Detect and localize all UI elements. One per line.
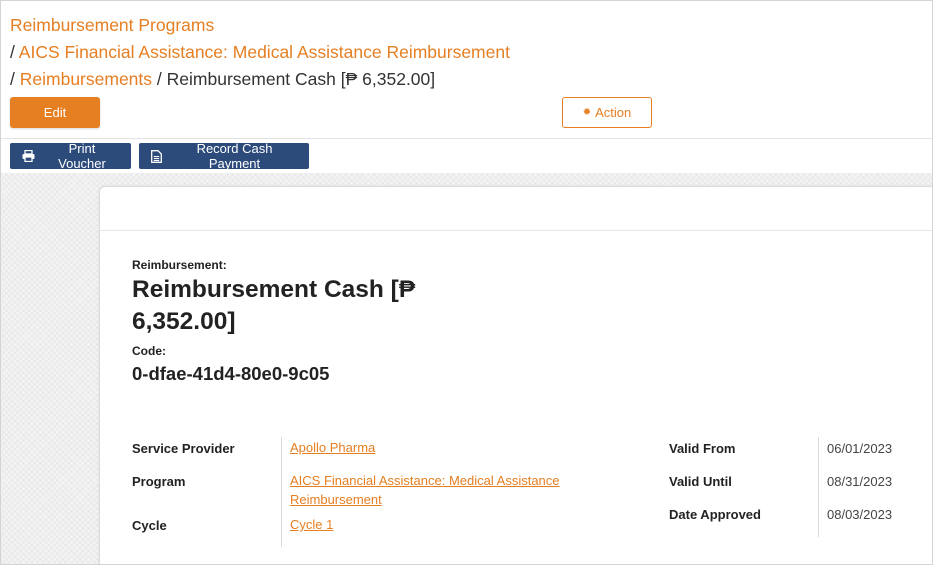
breadcrumb-current: Reimbursement Cash [₱ 6,352.00] bbox=[166, 69, 436, 89]
service-provider-label: Service Provider bbox=[132, 441, 235, 456]
printer-icon bbox=[22, 150, 35, 162]
valid-from-label: Valid From bbox=[669, 441, 736, 456]
date-approved-value: 08/03/2023 bbox=[827, 507, 893, 522]
code-label: Code: bbox=[132, 344, 166, 358]
gear-icon: ✹ bbox=[582, 107, 592, 118]
divider bbox=[1, 138, 932, 139]
cycle-link[interactable]: Cycle 1 bbox=[290, 515, 333, 534]
breadcrumb-separator: / bbox=[10, 69, 15, 89]
cycle-label: Cycle bbox=[132, 518, 167, 533]
reimbursement-title-line1: Reimbursement Cash [₱ bbox=[132, 276, 416, 303]
service-provider-link[interactable]: Apollo Pharma bbox=[290, 438, 375, 457]
card-header-divider bbox=[100, 230, 932, 231]
valid-until-value: 08/31/2023 bbox=[827, 474, 893, 489]
print-voucher-label: Print Voucher bbox=[58, 141, 106, 171]
breadcrumb-separator: / bbox=[156, 69, 162, 89]
program-link[interactable]: AICS Financial Assistance: Medical Assis… bbox=[290, 471, 590, 509]
valid-from-value: 06/01/2023 bbox=[827, 441, 893, 456]
field-divider bbox=[281, 437, 282, 547]
print-voucher-button[interactable]: Print Voucher bbox=[10, 141, 131, 171]
reimbursement-card: Reimbursement: Reimbursement Cash [₱ 6,3… bbox=[99, 186, 932, 564]
action-button[interactable]: ✹ Action bbox=[562, 97, 652, 128]
breadcrumb: Reimbursement Programs / AICS Financial … bbox=[10, 12, 510, 93]
edit-button[interactable]: Edit bbox=[10, 97, 100, 128]
action-button-label: Action bbox=[595, 105, 632, 120]
program-link-line1: AICS Financial Assistance: Medical Assis… bbox=[290, 473, 560, 488]
breadcrumb-separator: / bbox=[10, 42, 15, 62]
edit-button-label: Edit bbox=[43, 105, 67, 120]
code-value: 0-dfae-41d4-80e0-9c05 bbox=[132, 363, 330, 384]
valid-until-label: Valid Until bbox=[669, 474, 732, 489]
document-icon bbox=[151, 149, 162, 163]
record-cash-payment-label: Record Cash Payment bbox=[196, 141, 273, 171]
date-approved-label: Date Approved bbox=[669, 507, 761, 522]
breadcrumb-reimbursements[interactable]: Reimbursements bbox=[20, 69, 152, 89]
program-label: Program bbox=[132, 474, 186, 489]
breadcrumb-program[interactable]: AICS Financial Assistance: Medical Assis… bbox=[19, 42, 510, 62]
field-divider bbox=[818, 437, 819, 537]
breadcrumb-reimbursement-programs[interactable]: Reimbursement Programs bbox=[10, 15, 214, 35]
program-link-line2: Reimbursement bbox=[290, 492, 382, 507]
reimbursement-title-line2: 6,352.00] bbox=[132, 308, 236, 335]
record-cash-payment-button[interactable]: Record Cash Payment bbox=[139, 141, 309, 171]
page-frame: Reimbursement Programs / AICS Financial … bbox=[0, 0, 933, 565]
reimbursement-heading-label: Reimbursement: bbox=[132, 258, 227, 272]
reimbursement-title: Reimbursement Cash [₱ 6,352.00] bbox=[132, 274, 432, 338]
